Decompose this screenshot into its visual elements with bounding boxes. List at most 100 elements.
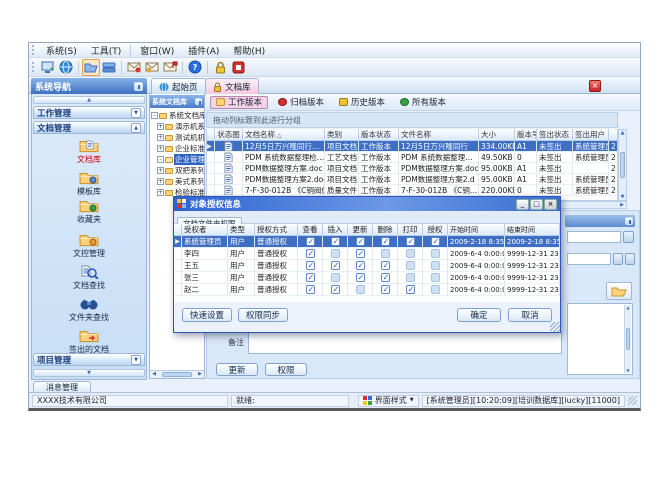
perm-checkbox[interactable]: [331, 249, 340, 258]
perm-checkbox[interactable]: [331, 261, 340, 270]
table-row-selected[interactable]: ▶ 12月5日万兴隆同行… 项目文档 工作版本 12月5日万兴隆同行 334.0…: [207, 141, 617, 152]
sidebar-scroll-up[interactable]: ▲: [33, 96, 145, 104]
permission-sync-button[interactable]: 权限同步: [238, 308, 288, 322]
scroll-up-icon[interactable]: ▲: [625, 305, 631, 310]
col-doc-name[interactable]: 文档名称△: [243, 129, 325, 141]
properties-textarea[interactable]: ▲ ▼: [567, 303, 633, 375]
perm-checkbox[interactable]: [306, 237, 315, 246]
ui-style-selector[interactable]: 界面样式 ▼: [358, 395, 419, 407]
col-size[interactable]: 大小: [479, 129, 515, 141]
table-row[interactable]: PDM数据整理方案.doc 项目文档 工作版本 PDM数据整理方案.doc 95…: [207, 163, 617, 174]
col-grantee[interactable]: 受权者: [182, 224, 228, 236]
perm-checkbox[interactable]: [406, 285, 415, 294]
scrollbar-thumb[interactable]: [626, 328, 630, 350]
table-row[interactable]: 7-F-30-012B 《C铜阀体 质量文件 工作版本 7-F-30-012B …: [207, 185, 617, 196]
quick-setup-button[interactable]: 快速设置: [182, 308, 232, 322]
col-auth-mode[interactable]: 授权方式: [255, 224, 298, 236]
perm-row[interactable]: 赵二 用户 普通授权 2009-6-4 0:00:00 9999-12-31 2…: [174, 284, 560, 296]
archived-version-button[interactable]: 归档版本: [273, 96, 329, 109]
work-version-button[interactable]: 工作版本: [210, 96, 268, 109]
expand-icon[interactable]: +: [157, 145, 164, 152]
col-category[interactable]: 类别: [325, 129, 359, 141]
sidebar-section-work[interactable]: 工作管理 ▼: [33, 106, 145, 119]
perm-checkbox[interactable]: [356, 237, 365, 246]
tree-node[interactable]: +美式系列: [150, 176, 204, 187]
update-button[interactable]: 更新: [216, 363, 258, 376]
expand-icon[interactable]: +: [157, 123, 164, 130]
expand-icon[interactable]: +: [157, 167, 164, 174]
menu-plugins[interactable]: 插件(A): [181, 43, 226, 57]
perm-checkbox[interactable]: [381, 237, 390, 246]
perm-checkbox[interactable]: [306, 285, 315, 294]
col-authorize[interactable]: 授权: [423, 224, 448, 236]
sidebar-item-favorites[interactable]: 收藏夹: [33, 198, 145, 225]
field-picker-button[interactable]: [613, 253, 623, 265]
col-view[interactable]: 查看: [298, 224, 323, 236]
menu-window[interactable]: 窗口(W): [133, 43, 181, 57]
globe-icon[interactable]: [57, 59, 75, 76]
expand-icon[interactable]: +: [157, 189, 164, 196]
tree-node[interactable]: +企业标准化文件: [150, 143, 204, 154]
history-version-button[interactable]: 历史版本: [334, 96, 390, 109]
sidebar-section-doc[interactable]: 文档管理 ▲: [33, 121, 145, 134]
perm-checkbox[interactable]: [381, 249, 390, 258]
minimize-icon[interactable]: _: [516, 199, 529, 210]
collapse-icon[interactable]: -: [151, 112, 158, 119]
dialog-resize-grip[interactable]: [550, 322, 560, 332]
perm-checkbox[interactable]: [431, 285, 440, 294]
menu-system[interactable]: 系统(S): [39, 43, 84, 57]
textarea-scrollbar[interactable]: ▲ ▼: [624, 305, 631, 373]
menu-help[interactable]: 帮助(H): [226, 43, 272, 57]
scroll-left-icon[interactable]: ◀: [150, 371, 158, 378]
scrollbar-thumb[interactable]: [162, 372, 192, 377]
col-update[interactable]: 更新: [348, 224, 373, 236]
perm-row[interactable]: 王五 用户 普通授权 2009-6-4 0:00:00 9999-12-31 2…: [174, 260, 560, 272]
table-row[interactable]: PDM 系统数据整理检… 工艺文档 工作版本 PDM 系统数据整理… 49.50…: [207, 152, 617, 163]
scroll-up-icon[interactable]: ▲: [619, 130, 626, 136]
close-tab-icon[interactable]: ×: [589, 80, 601, 92]
mail-open-icon[interactable]: [143, 59, 161, 76]
drive-icon[interactable]: [100, 59, 118, 76]
perm-checkbox[interactable]: [406, 273, 415, 282]
expand-icon[interactable]: +: [157, 178, 164, 185]
pin-icon[interactable]: [195, 98, 202, 105]
field-checkbox[interactable]: [625, 253, 635, 265]
remark-textarea[interactable]: [248, 332, 562, 354]
pin-icon[interactable]: [625, 217, 633, 225]
sidebar-scroll-down[interactable]: ▼: [33, 369, 145, 377]
col-checkout-user[interactable]: 签出用户: [573, 129, 609, 141]
lock-icon[interactable]: [211, 59, 229, 76]
group-by-bar[interactable]: 拖动列标题到此进行分组: [206, 112, 618, 128]
perm-checkbox[interactable]: [406, 249, 415, 258]
open-folder-icon[interactable]: [82, 59, 100, 76]
col-insert[interactable]: 插入: [323, 224, 348, 236]
perm-checkbox[interactable]: [331, 273, 340, 282]
field-picker-button[interactable]: [623, 231, 634, 243]
tree-node-root[interactable]: -系统文档库: [150, 110, 204, 121]
col-status-icon[interactable]: 状态图: [215, 129, 243, 141]
tree-horizontal-scrollbar[interactable]: ◀ ▶: [150, 370, 204, 378]
col-end-time[interactable]: 结束时间: [505, 224, 560, 236]
chevron-down-icon[interactable]: ▼: [131, 355, 141, 365]
sidebar-item-doc-search[interactable]: 文档查找: [33, 264, 145, 291]
perm-checkbox[interactable]: [381, 273, 390, 282]
cancel-button[interactable]: 取消: [508, 308, 552, 322]
col-version-status[interactable]: 版本状态: [359, 129, 399, 141]
property-field[interactable]: [567, 253, 611, 265]
monitor-sync-icon[interactable]: [39, 59, 57, 76]
perm-checkbox[interactable]: [431, 237, 440, 246]
col-delete[interactable]: 删除: [373, 224, 398, 236]
perm-checkbox[interactable]: [431, 249, 440, 258]
help-icon[interactable]: ?: [186, 59, 204, 76]
sidebar-section-project[interactable]: 项目管理 ▼: [33, 353, 145, 366]
collapse-icon[interactable]: -: [157, 156, 164, 163]
col-checkout-status[interactable]: 签出状态: [537, 129, 573, 141]
scrollbar-thumb[interactable]: [620, 152, 625, 178]
sidebar-item-checked-out[interactable]: 签出的文档: [33, 328, 145, 355]
perm-row[interactable]: 张三 用户 普通授权 2009-6-4 0:00:00 9999-12-31 2…: [174, 272, 560, 284]
maximize-icon[interactable]: □: [530, 199, 543, 210]
browse-folder-button[interactable]: [606, 282, 632, 300]
perm-checkbox[interactable]: [431, 261, 440, 270]
perm-checkbox[interactable]: [331, 285, 340, 294]
tree-node-selected[interactable]: -企业管理文件: [150, 154, 204, 165]
